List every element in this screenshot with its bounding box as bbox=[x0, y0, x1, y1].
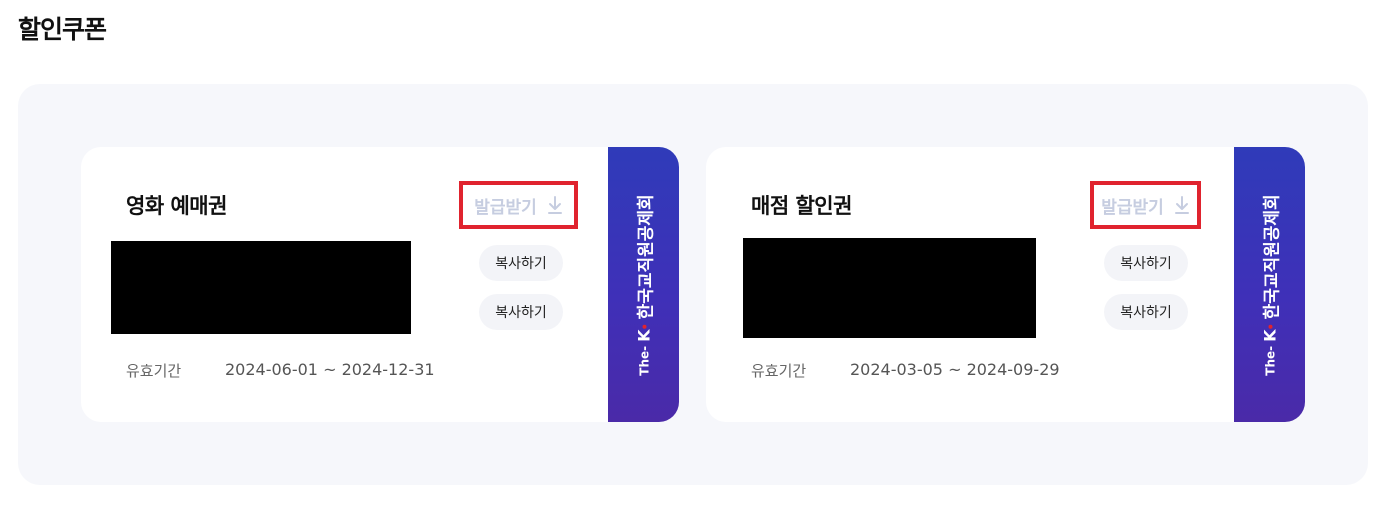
coupon-name: 영화 예매권 bbox=[126, 194, 227, 218]
coupon-code-redacted bbox=[111, 241, 411, 334]
issue-button-label: 발급받기 bbox=[474, 197, 537, 218]
brand-prefix: The- bbox=[636, 345, 651, 376]
brand-dot-icon bbox=[641, 323, 646, 328]
validity-period: 2024-06-01 ~ 2024-12-31 bbox=[225, 360, 435, 379]
coupon-code-redacted bbox=[743, 238, 1036, 338]
download-icon bbox=[1174, 196, 1189, 214]
issue-coupon-button[interactable]: 발급받기 bbox=[459, 181, 578, 229]
coupon-card: 영화 예매권 유효기간 2024-06-01 ~ 2024-12-31 발급받기… bbox=[81, 147, 679, 422]
stub-brand: The- K 한국교직원공제회 bbox=[1257, 194, 1282, 375]
validity-label: 유효기간 bbox=[126, 362, 182, 380]
brand-prefix: The- bbox=[1262, 345, 1277, 376]
brand-k: K bbox=[634, 328, 653, 342]
page-title: 할인쿠폰 bbox=[18, 15, 107, 44]
coupon-card: 매점 할인권 유효기간 2024-03-05 ~ 2024-09-29 발급받기… bbox=[706, 147, 1305, 422]
page: 할인쿠폰 영화 예매권 유효기간 2024-06-01 ~ 2024-12-31… bbox=[0, 0, 1392, 526]
stub-brand: The- K 한국교직원공제회 bbox=[631, 194, 656, 375]
brand-dot-icon bbox=[1267, 323, 1272, 328]
coupon-stub: The- K 한국교직원공제회 bbox=[608, 147, 679, 422]
issue-coupon-button[interactable]: 발급받기 bbox=[1090, 181, 1201, 229]
coupon-stub: The- K 한국교직원공제회 bbox=[1234, 147, 1305, 422]
copy-button[interactable]: 복사하기 bbox=[479, 245, 563, 281]
download-icon bbox=[547, 196, 562, 214]
coupon-name: 매점 할인권 bbox=[751, 194, 852, 218]
issue-button-label: 발급받기 bbox=[1101, 197, 1164, 218]
validity-period: 2024-03-05 ~ 2024-09-29 bbox=[850, 360, 1060, 379]
brand-org-name: 한국교직원공제회 bbox=[1262, 193, 1282, 319]
coupon-list: 영화 예매권 유효기간 2024-06-01 ~ 2024-12-31 발급받기… bbox=[18, 84, 1368, 485]
brand-k: K bbox=[1260, 328, 1279, 342]
brand-org-name: 한국교직원공제회 bbox=[636, 193, 656, 319]
copy-button[interactable]: 복사하기 bbox=[1104, 245, 1188, 281]
validity-label: 유효기간 bbox=[751, 362, 807, 380]
copy-button[interactable]: 복사하기 bbox=[1104, 294, 1188, 330]
copy-button[interactable]: 복사하기 bbox=[479, 294, 563, 330]
